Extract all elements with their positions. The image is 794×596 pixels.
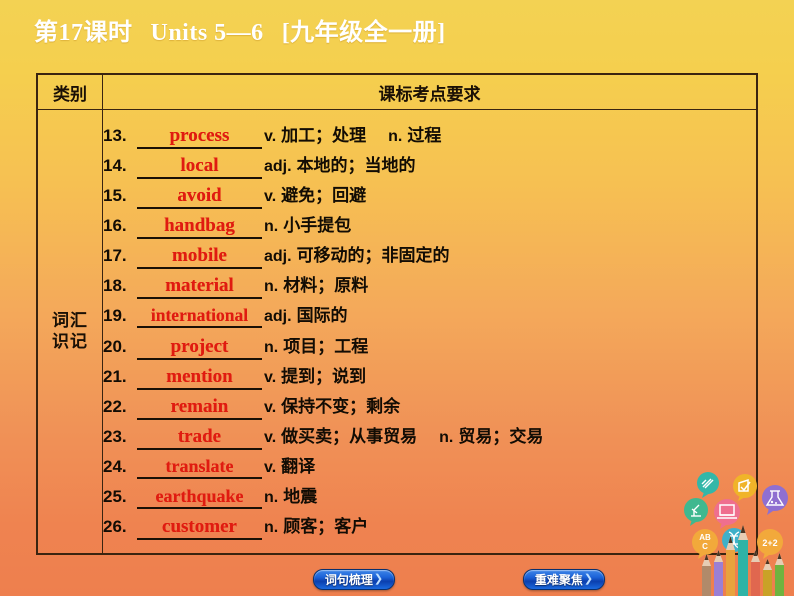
vocab-part-of-speech: adj.	[264, 308, 292, 326]
vocab-row: 17. mobile adj. 可移动的；非固定的	[103, 241, 756, 271]
vocab-answer-blank: avoid	[137, 185, 262, 210]
vocab-meaning-2: 过程	[407, 125, 442, 145]
vocab-row: 23. trade v. 做买卖；从事贸易 n. 贸易；交易	[103, 422, 756, 452]
vocab-number: 22.	[103, 396, 127, 416]
key-points-label: 重难聚焦	[534, 572, 583, 587]
vocab-number: 13.	[103, 125, 127, 145]
vocab-part-of-speech: v.	[264, 127, 277, 145]
vocab-row: 13. process v. 加工；处理 n. 过程	[103, 121, 756, 151]
category-line-2: 识记	[52, 331, 88, 351]
vocab-part-of-speech: v.	[264, 458, 277, 476]
vocab-number: 17.	[103, 246, 127, 266]
vocab-answer-blank: handbag	[137, 215, 262, 240]
vocab-meaning: 顾客；客户	[283, 517, 369, 537]
vocab-meaning: 项目；工程	[283, 336, 369, 356]
header-requirement: 课标考点要求	[102, 73, 758, 110]
vocab-meaning: 可移动的；非固定的	[296, 246, 450, 266]
vocab-answer-blank: trade	[137, 426, 262, 450]
vocab-number: 14.	[103, 155, 127, 175]
vocab-answer-blank: international	[137, 305, 262, 329]
vocab-row: 19. international adj. 国际的	[103, 301, 756, 331]
vocab-part-of-speech: n.	[264, 338, 279, 356]
vocab-answer-blank: mention	[137, 366, 262, 390]
title-lesson: 第17课时	[34, 20, 133, 46]
vocab-row: 18. material n. 材料；原料	[103, 271, 756, 301]
vocab-meaning: 地震	[283, 486, 318, 506]
sentence-review-label: 词句梳理	[324, 572, 373, 587]
vocab-number: 25.	[103, 486, 127, 506]
vocab-answer-blank: mobile	[137, 245, 262, 270]
vocab-part-of-speech: adj.	[264, 157, 292, 175]
vocab-part-of-speech: v.	[264, 368, 277, 386]
vocab-row: 21. mention v. 提到；说到	[103, 362, 756, 392]
vocab-part-of-speech: n.	[264, 218, 279, 236]
vocab-meaning: 避免；回避	[281, 186, 367, 206]
vocab-part-of-speech-2: n.	[388, 127, 403, 145]
header-category: 类别	[36, 73, 103, 110]
vocab-number: 24.	[103, 456, 127, 476]
vocab-number: 18.	[103, 276, 127, 296]
vocab-row: 20. project n. 项目；工程	[103, 332, 756, 362]
vocab-row: 25. earthquake n. 地震	[103, 482, 756, 512]
vocab-part-of-speech: v.	[264, 398, 277, 416]
vocab-answer-blank: customer	[137, 516, 262, 541]
vocab-meaning: 保持不变；剩余	[281, 396, 401, 416]
vocab-part-of-speech-2: n.	[439, 428, 454, 446]
vocab-row: 22. remain v. 保持不变；剩余	[103, 392, 756, 422]
vocab-part-of-speech: adj.	[264, 248, 292, 266]
vocab-answer-blank: local	[137, 155, 262, 179]
vocab-meaning: 国际的	[296, 306, 348, 326]
vocab-row: 14. local adj. 本地的；当地的	[103, 151, 756, 181]
category-line-1: 词汇	[52, 310, 88, 330]
vocab-row: 26. customer n. 顾客；客户	[103, 512, 756, 542]
vocab-meaning: 加工；处理	[281, 125, 367, 145]
vocab-number: 26.	[103, 517, 127, 537]
vocabulary-table: 类别 课标考点要求 词汇 识记 13. process v. 加工；处理 n. 过程 14.…	[36, 73, 758, 555]
vocab-meaning: 材料；原料	[283, 276, 369, 296]
page-title: 第17课时 Units 5—6 [九年级全一册]	[34, 12, 446, 47]
vocabulary-entries: 13. process v. 加工；处理 n. 过程 14. local adj. 本地的；当地的…	[102, 109, 758, 555]
vocab-meaning: 提到；说到	[281, 366, 367, 386]
vocab-number: 23.	[103, 426, 127, 446]
vocab-number: 19.	[103, 306, 127, 326]
vocab-part-of-speech: n.	[264, 519, 279, 537]
vocab-answer-blank: translate	[137, 456, 262, 479]
vocab-part-of-speech: n.	[264, 488, 279, 506]
vocab-row: 15. avoid v. 避免；回避	[103, 181, 756, 211]
bubble-flask-icon	[762, 485, 788, 515]
chevron-right-icon: ❯	[583, 573, 594, 585]
vocab-meaning-2: 贸易；交易	[458, 426, 544, 446]
vocab-meaning: 小手提包	[283, 216, 352, 236]
table-header-row: 类别 课标考点要求	[36, 73, 758, 110]
vocab-row: 24. translate v. 翻译	[103, 452, 756, 482]
vocab-answer-blank: material	[137, 275, 262, 300]
vocab-number: 20.	[103, 336, 127, 356]
chevron-right-icon: ❯	[373, 573, 384, 585]
vocab-part-of-speech: v.	[264, 188, 277, 206]
bubble-math-icon: 2+2	[757, 529, 783, 559]
vocab-answer-blank: earthquake	[137, 486, 262, 509]
table-body-row: 词汇 识记 13. process v. 加工；处理 n. 过程 14. local adj. 本…	[36, 109, 758, 555]
vocab-number: 16.	[103, 216, 127, 236]
vocab-part-of-speech: n.	[264, 278, 279, 296]
vocab-answer-blank: project	[137, 336, 262, 360]
vocab-meaning: 做买卖；从事贸易	[281, 426, 418, 446]
vocab-row: 16. handbag n. 小手提包	[103, 211, 756, 241]
vocab-answer-blank: process	[137, 125, 262, 149]
math-label: 2+2	[762, 538, 777, 548]
sentence-review-button[interactable]: 词句梳理 ❯	[313, 569, 395, 590]
vocab-answer-blank: remain	[137, 396, 262, 420]
vocab-number: 15.	[103, 186, 127, 206]
vocab-number: 21.	[103, 366, 127, 386]
title-book: [九年级全一册]	[281, 20, 446, 46]
vocab-meaning: 本地的；当地的	[296, 155, 416, 175]
vocab-meaning: 翻译	[281, 456, 316, 476]
category-label: 词汇 识记	[36, 109, 103, 555]
title-units: Units 5—6	[150, 20, 264, 46]
vocab-part-of-speech: v.	[264, 428, 277, 446]
key-points-button[interactable]: 重难聚焦 ❯	[523, 569, 605, 590]
